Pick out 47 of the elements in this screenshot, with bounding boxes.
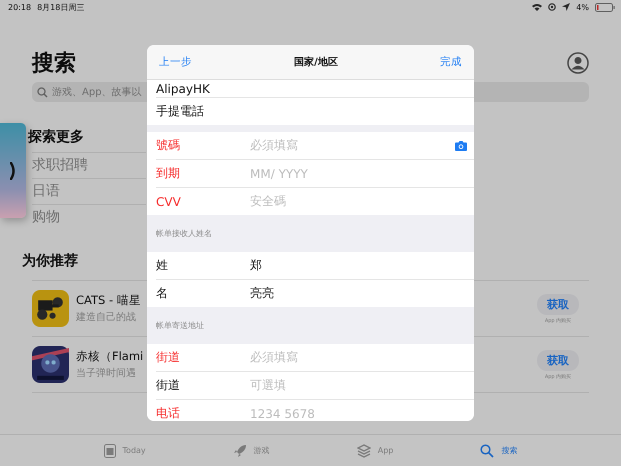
side-panel[interactable]: [0, 123, 26, 218]
get-button[interactable]: 获取: [537, 294, 579, 314]
explore-link[interactable]: 日语: [32, 178, 146, 204]
handle-icon: [10, 162, 16, 180]
search-icon: [37, 86, 48, 98]
app-name: 赤核（Flami: [76, 349, 144, 364]
get-button[interactable]: 获取: [537, 350, 579, 370]
location-icon: [562, 3, 570, 11]
form-row[interactable]: 名 亮亮: [156, 280, 474, 307]
lock-rotation-icon: [548, 3, 556, 11]
tab[interactable]: 搜索: [480, 444, 518, 458]
explore-link[interactable]: 求职招聘: [32, 152, 146, 178]
layers-icon: [356, 444, 371, 458]
form-row[interactable]: 到期 MM/ YYYY: [156, 160, 474, 188]
today-icon: [104, 444, 116, 458]
app-subtitle: 当子弹时间遇: [76, 366, 137, 380]
section-header: 帐单寄送地址: [156, 320, 204, 331]
battery-percent: 4%: [576, 2, 589, 12]
section-title: 探索更多: [28, 128, 84, 146]
search-icon: [480, 444, 494, 458]
form-row[interactable]: 號碼 必須填寫: [156, 132, 474, 160]
form-row[interactable]: 街道 必須填寫: [156, 344, 474, 372]
section-header: 帐单接收人姓名: [156, 228, 212, 239]
page-title: 搜索: [32, 50, 76, 78]
rocket-icon: [232, 444, 247, 458]
list-item[interactable]: AlipayHK: [156, 80, 474, 98]
section-title: 为你推荐: [22, 252, 78, 270]
form-row[interactable]: 姓 郑: [156, 252, 474, 280]
modal-title: 国家/地区: [294, 55, 338, 69]
tab[interactable]: App: [356, 444, 394, 458]
explore-link[interactable]: 购物: [32, 204, 146, 230]
tab[interactable]: 游戏: [232, 444, 270, 458]
wifi-icon: [532, 3, 542, 11]
tab[interactable]: Today: [104, 444, 146, 458]
status-date: 8月18日周三: [37, 2, 84, 12]
form-row[interactable]: 电话 1234 5678: [156, 400, 474, 421]
app-name: CATS - 喵星: [76, 293, 141, 308]
list-item[interactable]: 手提電話: [156, 98, 474, 125]
form-row[interactable]: CVV 安全碼: [156, 188, 474, 215]
status-time: 20:18: [8, 2, 32, 12]
battery-icon: [595, 2, 615, 12]
done-link[interactable]: 完成: [440, 55, 462, 69]
app-subtitle: 建造自己的战: [76, 310, 137, 324]
form-row[interactable]: 街道 可選填: [156, 372, 474, 400]
camera-icon[interactable]: [455, 140, 467, 150]
account-icon[interactable]: [567, 52, 589, 74]
back-link[interactable]: 上一步: [159, 55, 192, 69]
